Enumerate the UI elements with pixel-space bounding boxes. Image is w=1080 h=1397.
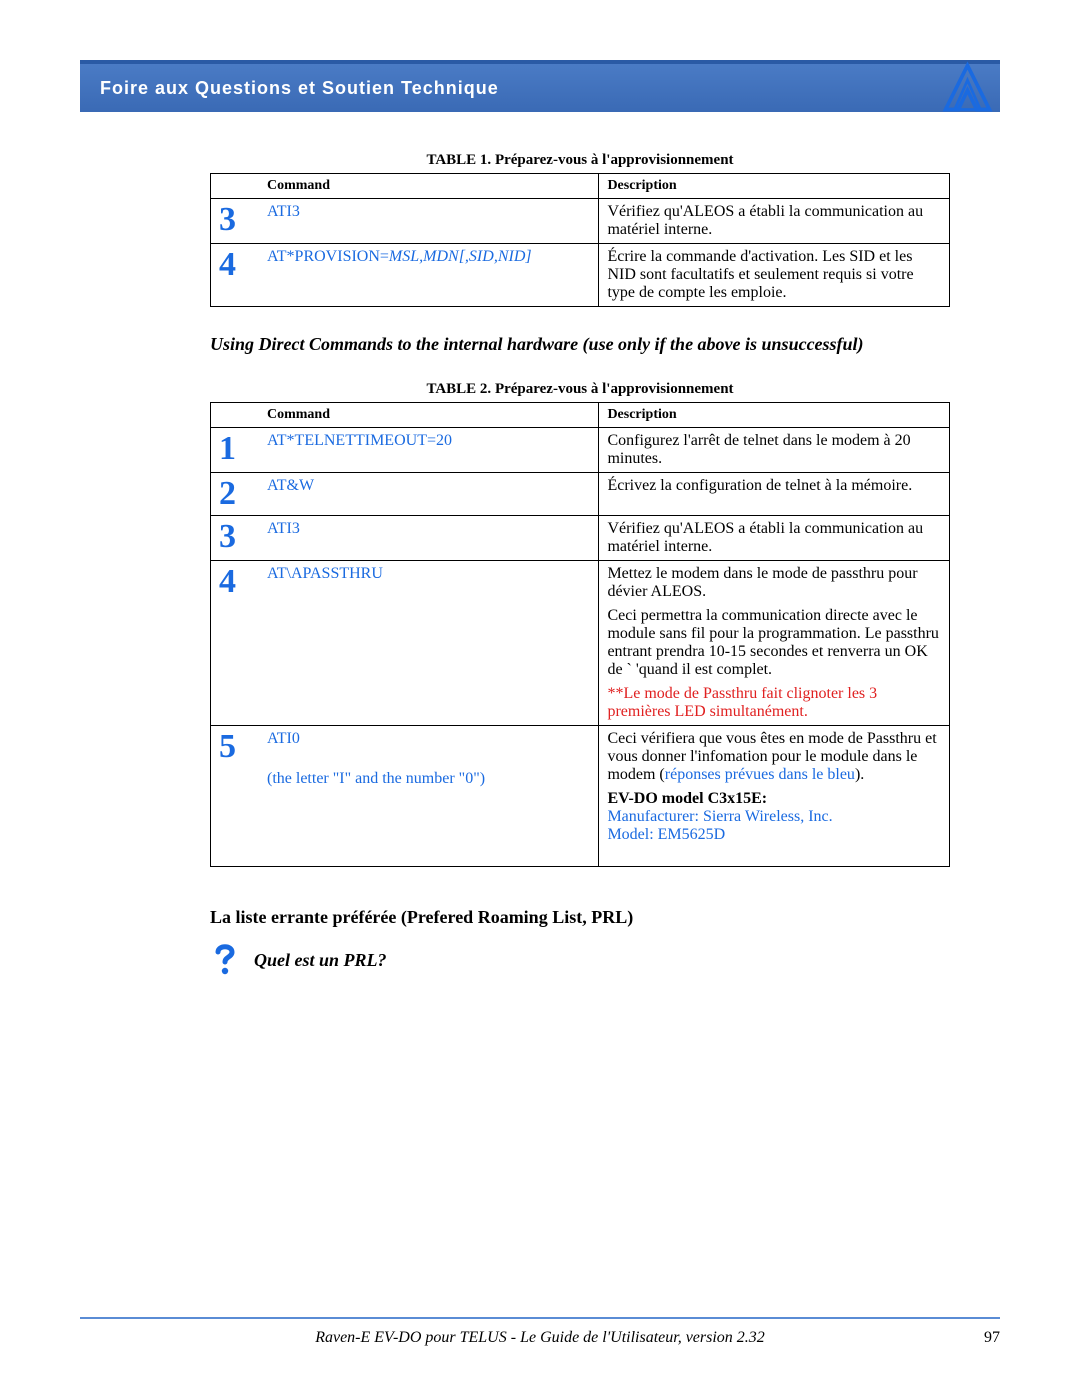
- footer-title: Raven-E EV-DO pour TELUS - Le Guide de l…: [140, 1329, 940, 1347]
- step-number: 5: [211, 726, 260, 867]
- content: TABLE 1. Préparez-vous à l'approvisionne…: [210, 152, 950, 978]
- cmd-cell: ATI3: [259, 516, 599, 561]
- table1-caption-text: Préparez-vous à l'approvisionnement: [495, 152, 734, 168]
- cmd-cell: AT*PROVISION=MSL,MDN[,SID,NID]: [259, 244, 599, 307]
- table-row: 3 ATI3 Vérifiez qu'ALEOS a établi la com…: [211, 199, 950, 244]
- cmd-text: AT*PROVISION=MSL,MDN[,SID,NID]: [267, 248, 532, 265]
- step-number: 4: [211, 561, 260, 726]
- brand-logo-icon: [940, 60, 995, 115]
- table1: Command Description 3 ATI3 Vérifiez qu'A…: [210, 173, 950, 307]
- question-icon: [210, 942, 240, 978]
- warning-text: **Le mode de Passthru fait clignoter les…: [607, 685, 941, 721]
- cmd-cell: ATI3: [259, 199, 599, 244]
- desc-cell: Écrivez la configuration de telnet à la …: [599, 473, 950, 516]
- desc-cell: Écrire la commande d'activation. Les SID…: [599, 244, 950, 307]
- step-number: 2: [211, 473, 260, 516]
- table-header-row: Command Description: [211, 174, 950, 199]
- cmd-cell: ATI0 (the letter "I" and the number "0"): [259, 726, 599, 867]
- table-row: 2 AT&W Écrivez la configuration de telne…: [211, 473, 950, 516]
- table1-caption: TABLE 1. Préparez-vous à l'approvisionne…: [210, 152, 950, 169]
- table-row: 4 AT*PROVISION=MSL,MDN[,SID,NID] Écrire …: [211, 244, 950, 307]
- header-bar: Foire aux Questions et Soutien Technique: [80, 60, 1000, 112]
- table2: Command Description 1 AT*TELNETTIMEOUT=2…: [210, 402, 950, 867]
- th-command: Command: [259, 174, 599, 199]
- table-row: 4 AT\APASSTHRU Mettez le modem dans le m…: [211, 561, 950, 726]
- prl-question-line: Quel est un PRL?: [210, 942, 950, 978]
- cmd-cell: AT\APASSTHRU: [259, 561, 599, 726]
- desc-cell: Vérifiez qu'ALEOS a établi la communicat…: [599, 516, 950, 561]
- table2-caption-label: TABLE 2.: [426, 381, 491, 397]
- mid-section-note: Using Direct Commands to the internal ha…: [210, 332, 950, 356]
- step-number: 1: [211, 428, 260, 473]
- cmd-cell: AT*TELNETTIMEOUT=20: [259, 428, 599, 473]
- th-description: Description: [599, 174, 950, 199]
- cmd-cell: AT&W: [259, 473, 599, 516]
- page: Foire aux Questions et Soutien Technique…: [0, 0, 1080, 1397]
- table2-caption: TABLE 2. Préparez-vous à l'approvisionne…: [210, 381, 950, 398]
- table-row: 5 ATI0 (the letter "I" and the number "0…: [211, 726, 950, 867]
- th-command: Command: [259, 403, 599, 428]
- step-number: 4: [211, 244, 260, 307]
- table1-caption-label: TABLE 1.: [426, 152, 491, 168]
- table-header-row: Command Description: [211, 403, 950, 428]
- desc-cell: Configurez l'arrêt de telnet dans le mod…: [599, 428, 950, 473]
- prl-question-text: Quel est un PRL?: [254, 950, 387, 971]
- prl-heading: La liste errante préférée (Prefered Roam…: [210, 907, 950, 928]
- th-description: Description: [599, 403, 950, 428]
- table2-caption-text: Préparez-vous à l'approvisionnement: [495, 381, 734, 397]
- model-label: EV-DO model C3x15E:: [607, 790, 941, 808]
- table-row: 1 AT*TELNETTIMEOUT=20 Configurez l'arrêt…: [211, 428, 950, 473]
- step-number: 3: [211, 199, 260, 244]
- table-row: 3 ATI3 Vérifiez qu'ALEOS a établi la com…: [211, 516, 950, 561]
- header-title: Foire aux Questions et Soutien Technique: [100, 78, 499, 98]
- footer: Raven-E EV-DO pour TELUS - Le Guide de l…: [80, 1317, 1000, 1347]
- desc-cell: Ceci vérifiera que vous êtes en mode de …: [599, 726, 950, 867]
- cmd-text: ATI3: [267, 203, 300, 220]
- desc-cell: Mettez le modem dans le mode de passthru…: [599, 561, 950, 726]
- step-number: 3: [211, 516, 260, 561]
- desc-cell: Vérifiez qu'ALEOS a établi la communicat…: [599, 199, 950, 244]
- page-number: 97: [940, 1329, 1000, 1347]
